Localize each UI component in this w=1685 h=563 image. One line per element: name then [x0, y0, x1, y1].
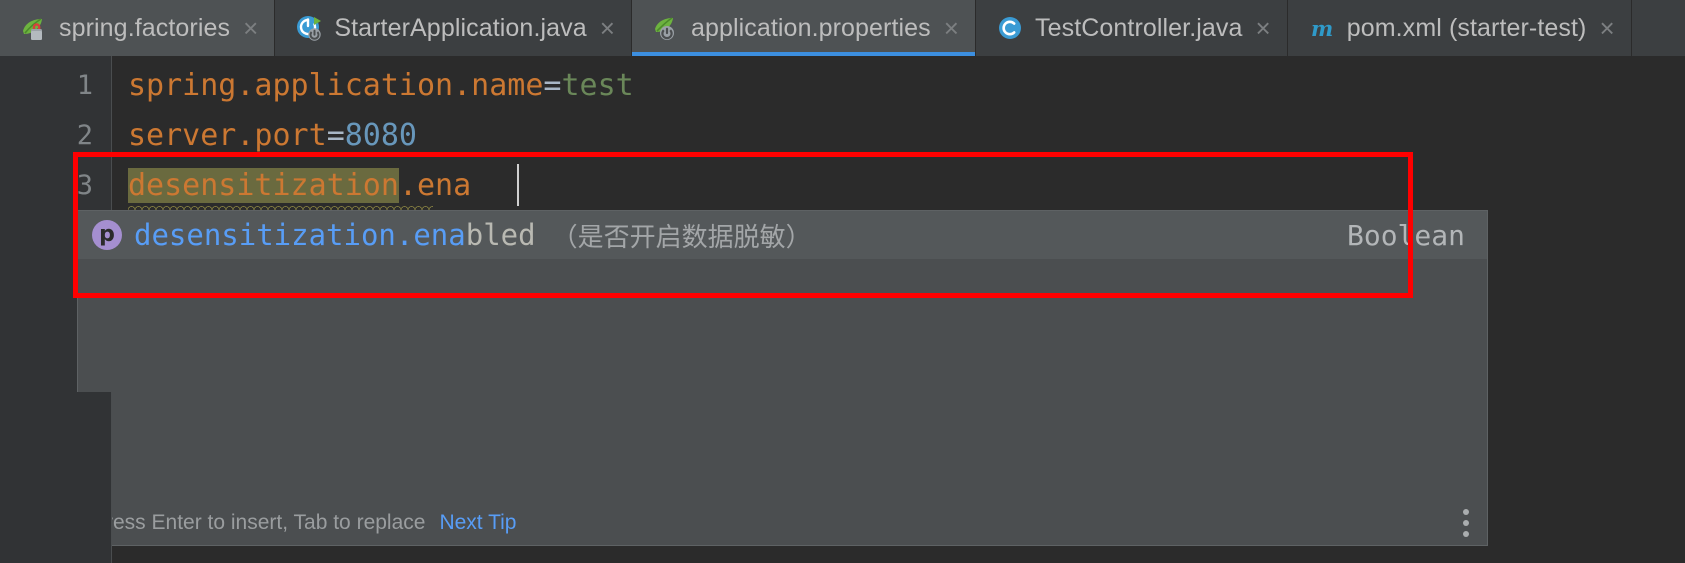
tab-label: TestController.java — [1034, 13, 1243, 42]
tab-application-properties[interactable]: application.properties × — [631, 0, 976, 56]
line-number: 1 — [76, 70, 93, 101]
key-separator-dot: . — [398, 168, 417, 203]
code-line-3: desensitization.ena — [128, 168, 471, 203]
completion-list-empty-area — [78, 259, 1487, 501]
tab-close-icon[interactable]: × — [241, 15, 260, 41]
code-editor[interactable]: 1 2 3 spring.application.name=test serve… — [0, 56, 1685, 563]
ide-editor-window: spring.factories × StarterApplication.ja… — [0, 0, 1685, 563]
tab-close-icon[interactable]: × — [942, 15, 961, 41]
code-line-1: spring.application.name=test — [128, 68, 634, 103]
tab-close-icon[interactable]: × — [1597, 15, 1616, 41]
completion-item-text: desensitization.enabled — [134, 218, 536, 252]
completion-popup-footer: Press Enter to insert, Tab to replace Ne… — [78, 501, 1487, 545]
completion-hint-text: Press Enter to insert, Tab to replace — [92, 511, 426, 534]
matched-prefix: desensitization.ena — [134, 218, 466, 252]
assignment-operator: = — [326, 118, 345, 153]
completion-item-type: Boolean — [1346, 218, 1465, 252]
kebab-menu-icon[interactable] — [1463, 509, 1469, 537]
spring-factories-icon — [20, 14, 48, 42]
text-caret — [517, 164, 519, 206]
completion-list-item[interactable]: p desensitization.enabled （是否开启数据脱敏） Boo… — [78, 211, 1487, 259]
line-number: 2 — [76, 120, 93, 151]
spring-boot-class-icon — [295, 14, 323, 42]
partial-key-typed: ena — [417, 168, 472, 203]
code-completion-popup[interactable]: p desensitization.enabled （是否开启数据脱敏） Boo… — [77, 210, 1488, 546]
property-value: 8080 — [344, 118, 417, 153]
spring-properties-icon — [652, 14, 680, 42]
property-icon: p — [92, 220, 122, 250]
tab-close-icon[interactable]: × — [598, 15, 617, 41]
java-class-icon — [996, 14, 1024, 42]
tab-spring-factories[interactable]: spring.factories × — [0, 0, 276, 56]
tab-label: pom.xml (starter-test) — [1346, 13, 1587, 42]
property-key: server.port — [128, 118, 327, 153]
editor-tab-bar: spring.factories × StarterApplication.ja… — [0, 0, 1685, 56]
unresolved-property-key: desensitization — [128, 168, 399, 203]
completion-remainder: bled — [465, 218, 536, 252]
tab-close-icon[interactable]: × — [1254, 15, 1273, 41]
assignment-operator: = — [543, 68, 562, 103]
svg-text:m: m — [1311, 16, 1333, 41]
tab-label: StarterApplication.java — [334, 13, 587, 42]
tab-testcontroller-java[interactable]: TestController.java × — [975, 0, 1288, 56]
tab-starterapplication-java[interactable]: StarterApplication.java × — [275, 0, 632, 56]
tab-label: application.properties — [690, 13, 931, 42]
property-key: spring.application.name — [128, 68, 544, 103]
property-value: test — [561, 68, 634, 103]
next-tip-link[interactable]: Next Tip — [439, 511, 516, 535]
tab-bar-empty-space — [1631, 0, 1685, 56]
code-line-2: server.port=8080 — [128, 118, 417, 153]
gutter-lower-region — [0, 392, 112, 563]
maven-icon: m — [1308, 14, 1336, 42]
tab-label: spring.factories — [59, 13, 231, 42]
line-number: 3 — [76, 170, 93, 201]
tab-pom-xml[interactable]: m pom.xml (starter-test) × — [1287, 0, 1632, 56]
completion-item-description: （是否开启数据脱敏） — [551, 221, 812, 252]
